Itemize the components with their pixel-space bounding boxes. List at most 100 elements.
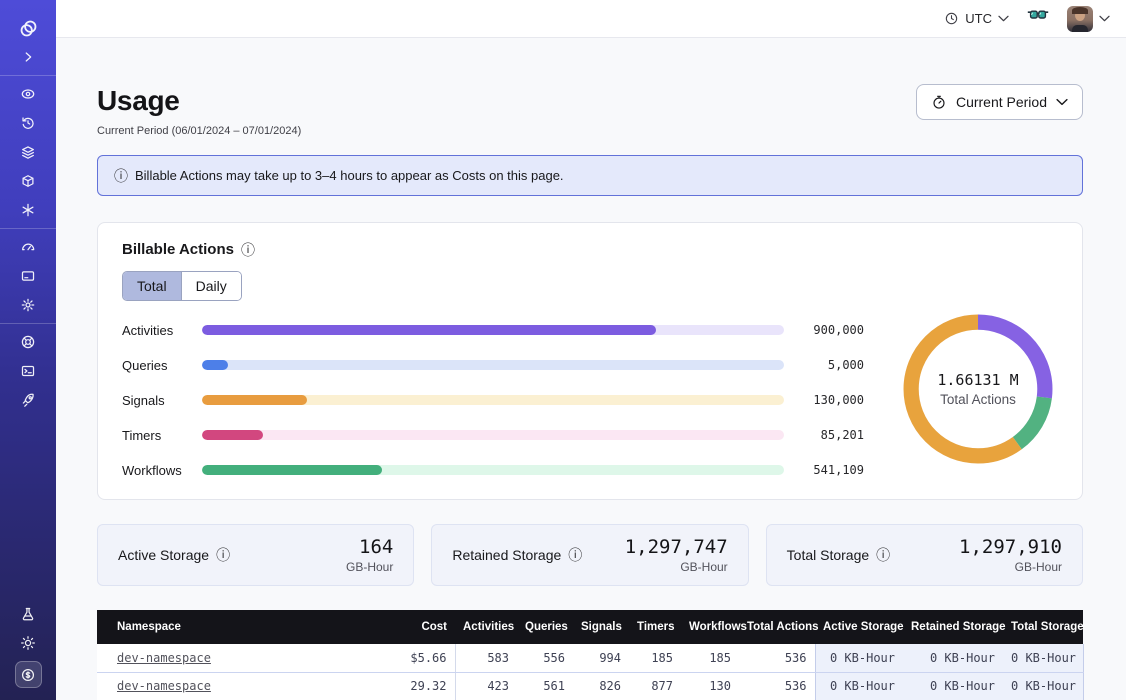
sidebar-item-support-lifebuoy[interactable] — [15, 331, 41, 353]
sidebar-item-labs-flask[interactable] — [15, 603, 41, 625]
bar-track — [202, 360, 784, 370]
sidebar-item-stacks[interactable] — [15, 141, 41, 163]
chevron-down-icon — [1056, 98, 1068, 106]
table-header-cell: Active Storage — [815, 610, 903, 644]
bar-fill — [202, 325, 656, 335]
cell-workflows: 130 — [681, 672, 739, 700]
period-selector-button[interactable]: Current Period — [916, 84, 1083, 120]
cell-queries: 556 — [517, 644, 573, 672]
sidebar-item-usage-billing[interactable] — [15, 661, 42, 688]
cell-queries: 561 — [517, 672, 573, 700]
tab-total[interactable]: Total — [123, 272, 181, 300]
feedback-glasses-icon[interactable] — [1027, 10, 1049, 28]
sidebar-item-settings-gear[interactable] — [15, 294, 41, 316]
bar-row: Workflows 541,109 — [122, 465, 864, 475]
chevron-down-icon — [998, 15, 1009, 22]
user-menu[interactable] — [1067, 6, 1110, 32]
billable-actions-card: Billable Actions ⓘ Total Daily Activitie… — [97, 222, 1083, 500]
info-banner: ⓘ Billable Actions may take up to 3–4 ho… — [97, 155, 1083, 196]
storage-value: 164 — [346, 536, 393, 558]
cell-active-storage: 0 KB-Hour — [815, 644, 903, 672]
sidebar-item-terminal[interactable] — [15, 360, 41, 382]
table-row: dev-namespace $5.66 583 556 994 185 185 … — [97, 644, 1083, 672]
sidebar-item-namespaces[interactable] — [15, 83, 41, 105]
namespace-link[interactable]: dev-namespace — [117, 679, 211, 693]
sidebar-item-usage-gauge[interactable] — [15, 236, 41, 258]
clock-icon — [944, 11, 959, 26]
info-banner-text: Billable Actions may take up to 3–4 hour… — [135, 168, 564, 183]
sidebar-item-nexus[interactable] — [15, 199, 41, 221]
storage-card-retained: Retained Storage ⓘ 1,297,747 GB-Hour — [431, 524, 748, 586]
page-title: Usage — [97, 84, 301, 118]
bar-row: Activities 900,000 — [122, 325, 864, 335]
cell-activities: 583 — [455, 644, 517, 672]
bar-track — [202, 430, 784, 440]
page-subtitle: Current Period (06/01/2024 – 07/01/2024) — [97, 125, 301, 137]
table-header-cell: Retained Storage — [903, 610, 1003, 644]
tab-daily[interactable]: Daily — [181, 272, 241, 300]
cell-active-storage: 0 KB-Hour — [815, 672, 903, 700]
bar-row: Queries 5,000 — [122, 360, 864, 370]
info-icon[interactable]: ⓘ — [876, 548, 890, 562]
storage-unit: GB-Hour — [959, 560, 1062, 574]
storage-card-active: Active Storage ⓘ 164 GB-Hour — [97, 524, 414, 586]
bar-track — [202, 395, 784, 405]
cell-timers: 877 — [629, 672, 681, 700]
cell-cost: 29.32 — [347, 672, 455, 700]
table-header-cell: Total Actions — [739, 610, 815, 644]
user-avatar[interactable] — [1067, 6, 1093, 32]
table-header-cell: Activities — [455, 610, 517, 644]
table-header-cell: Timers — [629, 610, 681, 644]
bar-value: 130,000 — [798, 393, 864, 407]
total-actions-donut-chart: 1.66131 M Total Actions — [898, 313, 1058, 465]
top-header: UTC — [56, 0, 1126, 38]
info-icon[interactable]: ⓘ — [241, 243, 255, 257]
bar-row: Timers 85,201 — [122, 430, 864, 440]
info-icon[interactable]: ⓘ — [216, 548, 230, 562]
billable-actions-bar-chart: Activities 900,000 Queries 5,000 Signals… — [122, 325, 864, 475]
bar-label: Queries — [122, 358, 202, 373]
temporal-logo-icon[interactable] — [15, 17, 41, 39]
table-header-cell: Signals — [573, 610, 629, 644]
sidebar-item-getting-started-rocket[interactable] — [15, 389, 41, 411]
table-header-cell: Namespace — [97, 610, 347, 644]
sidebar-item-theme-sun[interactable] — [15, 632, 41, 654]
sidebar-item-schedules[interactable] — [15, 112, 41, 134]
donut-center-label: Total Actions — [940, 392, 1016, 407]
bar-value: 5,000 — [798, 358, 864, 372]
storage-card-total: Total Storage ⓘ 1,297,910 GB-Hour — [766, 524, 1083, 586]
sidebar-item-billing-card[interactable] — [15, 265, 41, 287]
bar-track — [202, 325, 784, 335]
storage-label: Retained Storage — [452, 547, 561, 563]
storage-value: 1,297,910 — [959, 536, 1062, 558]
cell-workflows: 185 — [681, 644, 739, 672]
sidebar-expand-chevron-icon[interactable] — [15, 46, 41, 68]
sidebar — [0, 0, 56, 700]
bar-label: Signals — [122, 393, 202, 408]
cell-retained-storage: 0 KB-Hour — [903, 644, 1003, 672]
info-icon[interactable]: ⓘ — [568, 548, 582, 562]
sidebar-item-deployments[interactable] — [15, 170, 41, 192]
timezone-label: UTC — [965, 11, 992, 26]
cell-activities: 423 — [455, 672, 517, 700]
cell-total-storage: 0 KB-Hour — [1003, 644, 1083, 672]
bar-row: Signals 130,000 — [122, 395, 864, 405]
bar-fill — [202, 465, 382, 475]
bar-fill — [202, 430, 263, 440]
bar-track — [202, 465, 784, 475]
main-content: Usage Current Period (06/01/2024 – 07/01… — [56, 38, 1126, 700]
bar-label: Workflows — [122, 463, 202, 478]
storage-label: Total Storage — [787, 547, 870, 563]
bar-fill — [202, 360, 228, 370]
billable-actions-title: Billable Actions — [122, 241, 234, 258]
bar-label: Activities — [122, 323, 202, 338]
table-header-cell: Cost — [347, 610, 455, 644]
storage-value: 1,297,747 — [625, 536, 728, 558]
storage-unit: GB-Hour — [625, 560, 728, 574]
cell-cost: $5.66 — [347, 644, 455, 672]
table-header-cell: Total Storage — [1003, 610, 1083, 644]
timezone-selector[interactable]: UTC — [944, 11, 1009, 26]
total-daily-toggle: Total Daily — [122, 271, 242, 301]
namespace-link[interactable]: dev-namespace — [117, 651, 211, 665]
bar-value: 85,201 — [798, 428, 864, 442]
